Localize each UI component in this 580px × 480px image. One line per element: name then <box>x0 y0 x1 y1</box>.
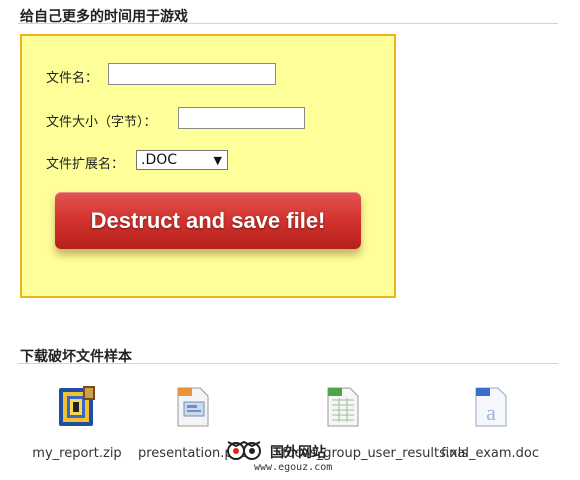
filesize-input[interactable] <box>178 107 305 129</box>
svg-text:a: a <box>486 400 496 425</box>
chevron-down-icon: ▼ <box>213 154 222 167</box>
destruct-and-save-button[interactable]: Destruct and save file! <box>55 192 361 249</box>
sample-file-name: my_report.zip <box>32 446 122 461</box>
spreadsheet-file-icon <box>327 387 359 427</box>
section-divider <box>18 23 558 24</box>
presentation-file-icon <box>177 387 209 427</box>
section-divider <box>18 363 558 364</box>
sample-file-name: final_exam.doc <box>440 446 540 461</box>
filename-label: 文件名： <box>46 71 99 86</box>
sample-file-zip[interactable]: my_report.zip <box>17 384 137 464</box>
extension-selected-value: .DOC <box>141 152 178 168</box>
destruct-form-panel: 文件名： 文件大小（字节）： 文件扩展名： .DOC ▼ Destruct an… <box>20 34 396 298</box>
sample-file-doc[interactable]: a final_exam.doc <box>430 384 550 464</box>
watermark-text: 国外网站 <box>270 445 326 461</box>
filesize-label: 文件大小（字节）： <box>46 115 157 130</box>
watermark-url: www.egouz.com <box>254 462 333 473</box>
document-file-icon: a <box>475 387 507 427</box>
filename-input[interactable] <box>108 63 276 85</box>
owl-logo-icon <box>227 440 261 460</box>
site-watermark: 国外网站 www.egouz.com <box>220 436 360 478</box>
extension-label: 文件扩展名： <box>46 157 125 172</box>
zip-archive-icon <box>59 386 95 426</box>
extension-select[interactable]: .DOC ▼ <box>136 150 228 170</box>
